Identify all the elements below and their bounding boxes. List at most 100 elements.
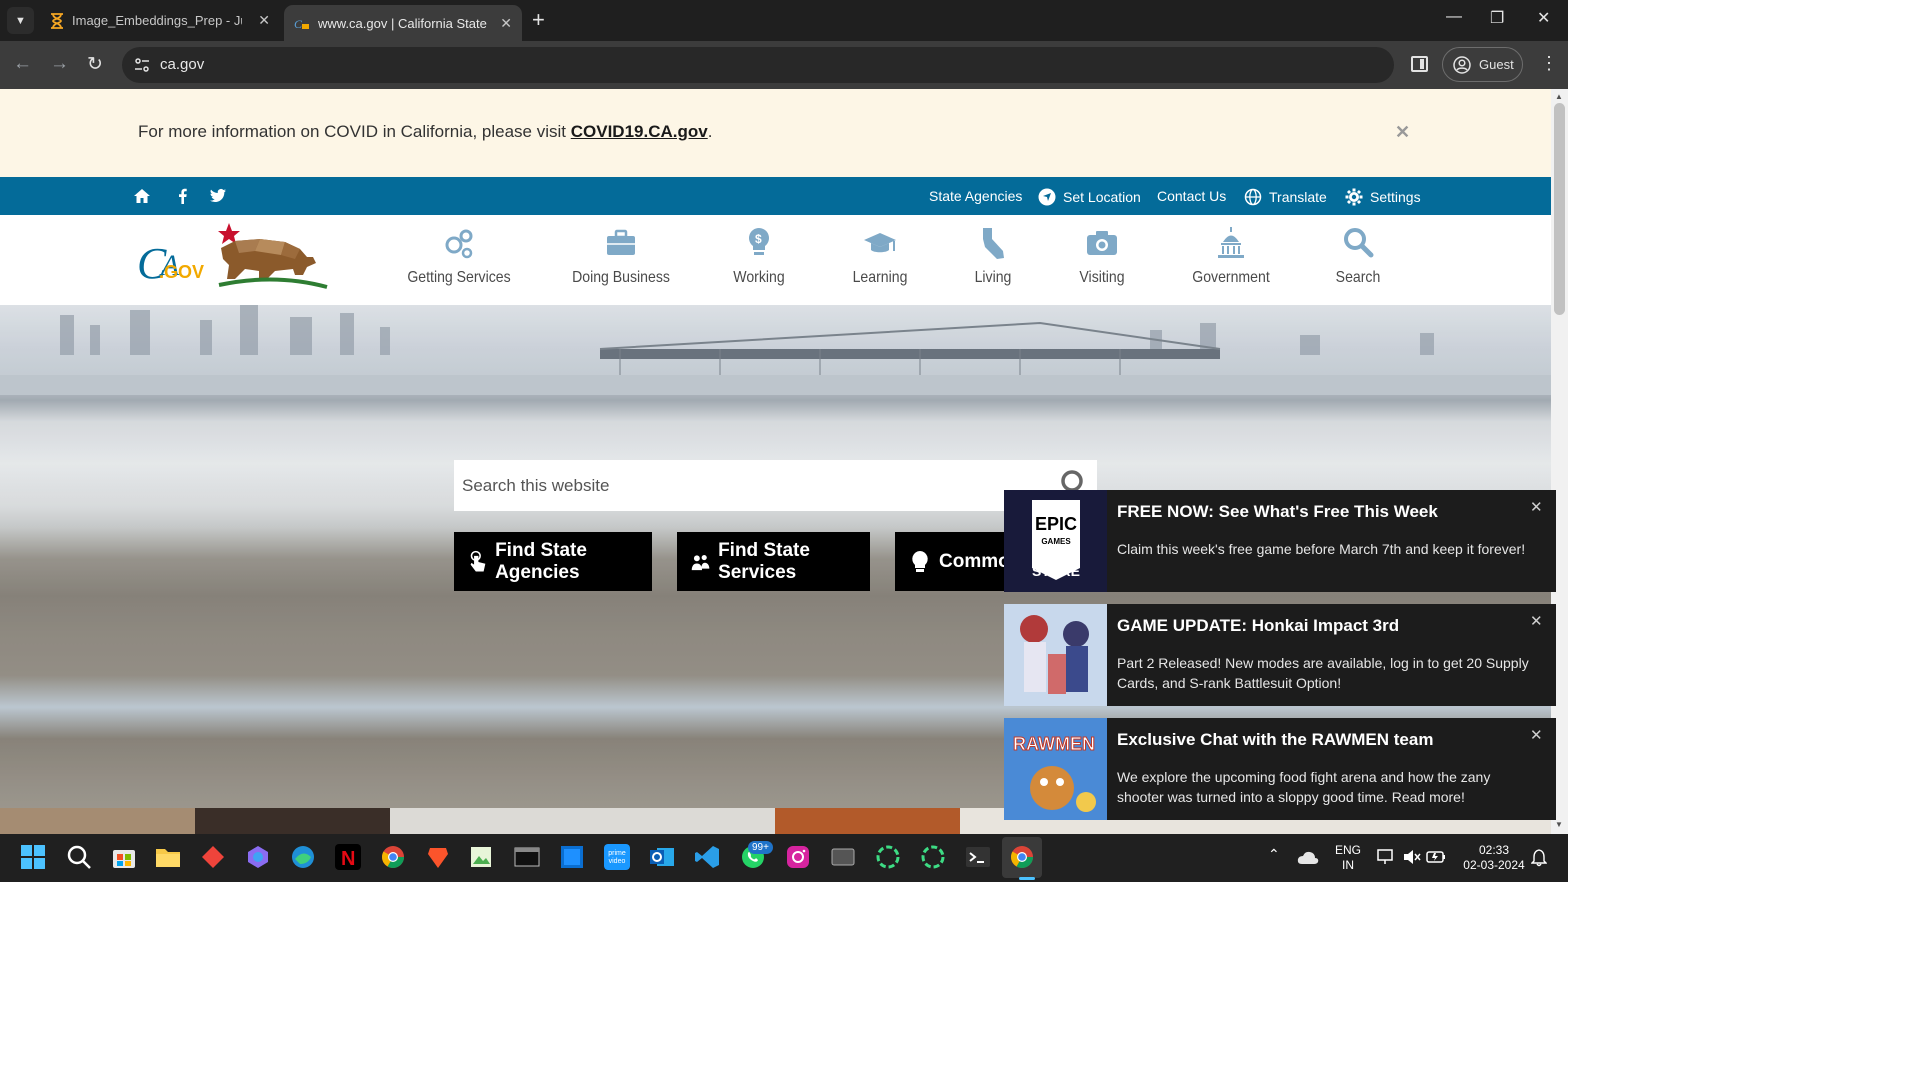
reload-icon[interactable]: ↻ [87, 53, 103, 76]
outlook-icon[interactable] [649, 844, 675, 870]
notification-bell-icon[interactable] [1531, 849, 1547, 867]
covid-alert-text: For more information on COVID in Califor… [138, 122, 713, 141]
profile-button[interactable]: Guest [1442, 47, 1523, 82]
loading-app-icon[interactable] [875, 844, 901, 870]
browser-tab-ca-gov[interactable]: C www.ca.gov | California State Portal ✕ [284, 5, 522, 41]
svg-text:STORE: STORE [1032, 563, 1080, 579]
windows-start-icon[interactable] [20, 844, 46, 870]
anydesk-icon[interactable] [200, 844, 226, 870]
onedrive-icon[interactable] [1297, 848, 1319, 866]
close-icon[interactable]: ✕ [1530, 612, 1543, 630]
scroll-down-icon[interactable]: ▼ [1555, 820, 1563, 829]
translate-link[interactable]: Translate [1244, 188, 1327, 206]
covid-link[interactable]: COVID19.CA.gov [571, 122, 708, 141]
address-bar[interactable]: ca.gov [122, 47, 1394, 83]
location-icon [1038, 188, 1056, 206]
tab-search-button[interactable]: ▼ [7, 7, 34, 34]
brave-icon[interactable] [425, 844, 451, 870]
windows-app-icon[interactable] [559, 844, 585, 870]
windows-taskbar: N prime video 99+ ⌃ ENG IN 02:33 02-03-2024 [0, 834, 1568, 882]
whatsapp-badge: 99+ [748, 841, 773, 854]
nav-visiting[interactable]: Visiting [1032, 225, 1172, 287]
edge-icon[interactable] [290, 844, 316, 870]
close-tab-icon[interactable]: ✕ [500, 15, 512, 32]
twitter-icon[interactable] [209, 188, 227, 204]
california-map-icon [983, 228, 1004, 259]
network-icon[interactable] [1376, 848, 1396, 866]
ca-gov-icon: C [294, 17, 309, 31]
find-state-services-button[interactable]: Find State Services [677, 532, 870, 591]
close-window-icon[interactable]: ✕ [1537, 8, 1550, 28]
site-search-input[interactable] [454, 460, 1054, 511]
nav-government[interactable]: Government [1161, 225, 1301, 287]
user-icon [1453, 55, 1471, 74]
notification-title: GAME UPDATE: Honkai Impact 3rd [1117, 616, 1400, 635]
notification-body: Claim this week's free game before March… [1117, 541, 1526, 557]
volume-muted-icon[interactable] [1402, 848, 1422, 866]
forward-arrow-icon[interactable]: → [50, 53, 69, 75]
rawmen-notification[interactable]: RAWMEN Exclusive Chat with the RAWMEN te… [1004, 718, 1556, 820]
clock[interactable]: 02:33 02-03-2024 [1456, 843, 1532, 873]
notification-body: We explore the upcoming food fight arena… [1117, 769, 1491, 805]
hourglass-icon [51, 12, 63, 29]
gear-icon [1345, 188, 1363, 206]
chrome-icon[interactable] [1009, 844, 1035, 870]
close-icon[interactable]: ✕ [1530, 498, 1543, 516]
ca-gov-logo[interactable]: C A .GOV [135, 223, 330, 293]
nav-search[interactable]: Search [1288, 225, 1428, 287]
set-location-link[interactable]: Set Location [1038, 188, 1141, 206]
lightbulb-icon [912, 550, 928, 572]
facebook-icon[interactable] [174, 188, 192, 204]
netflix-icon[interactable]: N [335, 844, 361, 870]
file-explorer-icon[interactable] [155, 844, 181, 870]
scroll-up-icon[interactable]: ▲ [1555, 92, 1563, 101]
tab-title: Image_Embeddings_Prep - Jupyter [72, 13, 242, 28]
close-icon[interactable]: ✕ [1395, 122, 1410, 143]
svg-text:RAWMEN: RAWMEN [1013, 734, 1095, 754]
nav-working[interactable]: $ Working [689, 225, 829, 287]
minimize-icon[interactable]: — [1446, 8, 1462, 26]
people-icon [691, 554, 710, 570]
contact-us-link[interactable]: Contact Us [1157, 188, 1226, 204]
instagram-icon[interactable] [785, 844, 811, 870]
close-tab-icon[interactable]: ✕ [258, 12, 270, 29]
epic-games-logo: EPIC GAMES STORE [1004, 490, 1107, 592]
scrollbar-thumb[interactable] [1554, 103, 1565, 315]
language-indicator[interactable]: ENG IN [1333, 843, 1363, 873]
touch-hand-icon [470, 550, 486, 572]
address-url: ca.gov [160, 56, 205, 73]
back-arrow-icon[interactable]: ← [13, 53, 32, 75]
nav-doing-business[interactable]: Doing Business [551, 225, 691, 287]
globe-icon [1244, 188, 1262, 206]
close-icon[interactable]: ✕ [1530, 726, 1543, 744]
chrome-icon[interactable] [380, 844, 406, 870]
svg-text:.GOV: .GOV [159, 262, 204, 282]
battery-icon[interactable] [1426, 848, 1446, 866]
vscode-icon[interactable] [694, 844, 720, 870]
browser-titlebar: ▼ Image_Embeddings_Prep - Jupyter ✕ C ww… [0, 0, 1568, 41]
browser-menu-icon[interactable]: ⋮ [1540, 54, 1558, 72]
chevron-up-icon[interactable]: ⌃ [1268, 847, 1280, 862]
state-agencies-link[interactable]: State Agencies [929, 188, 1022, 204]
side-panel-icon[interactable] [1411, 56, 1428, 72]
tab-title: www.ca.gov | California State Portal [318, 15, 488, 31]
terminal-icon[interactable] [514, 844, 540, 870]
loading-app-icon[interactable] [920, 844, 946, 870]
site-settings-icon[interactable] [133, 56, 151, 74]
honkai-notification[interactable]: GAME UPDATE: Honkai Impact 3rd Part 2 Re… [1004, 604, 1556, 706]
image-viewer-icon[interactable] [469, 844, 495, 870]
nav-getting-services[interactable]: Getting Services [389, 225, 529, 287]
settings-link[interactable]: Settings [1345, 188, 1421, 206]
find-state-agencies-button[interactable]: Find State Agencies [454, 532, 652, 591]
home-icon[interactable] [133, 188, 151, 204]
search-icon[interactable] [66, 844, 92, 870]
keyboard-app-icon[interactable] [830, 844, 856, 870]
copilot-icon[interactable] [245, 844, 271, 870]
prime-video-icon[interactable]: primevideo [604, 844, 630, 870]
restore-icon[interactable]: ❐ [1490, 8, 1504, 28]
windows-terminal-icon[interactable] [965, 844, 991, 870]
epic-notification[interactable]: EPIC GAMES STORE FREE NOW: See What's Fr… [1004, 490, 1556, 592]
browser-tab-jupyter[interactable]: Image_Embeddings_Prep - Jupyter ✕ [40, 0, 280, 41]
new-tab-button[interactable]: + [532, 8, 545, 32]
microsoft-store-icon[interactable] [111, 844, 137, 870]
